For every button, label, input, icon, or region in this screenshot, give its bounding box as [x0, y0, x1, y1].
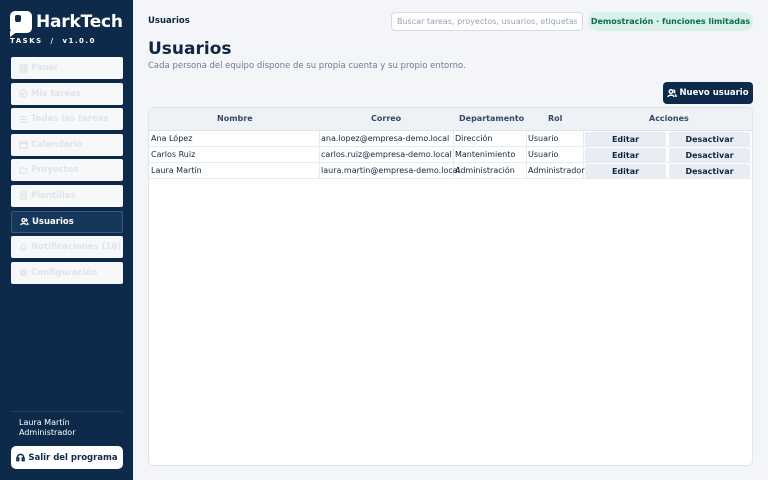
- app-name: HarkTech: [36, 12, 123, 32]
- check-circle-icon: [19, 89, 28, 98]
- table-header: Nombre Correo Departamento Rol Acciones: [149, 108, 752, 131]
- deactivate-user-button[interactable]: Desactivar: [669, 148, 750, 162]
- deactivate-user-button[interactable]: Desactivar: [669, 132, 750, 146]
- headset-icon: [16, 453, 26, 462]
- sidebar-item-label: Panel: [31, 63, 58, 73]
- grid-icon: [19, 63, 28, 73]
- user-name-cell: Ana López: [151, 134, 193, 143]
- sidebar: HarkTech TASKS / v1.0.0 Panel Mis tareas…: [0, 0, 133, 480]
- user-department-cell: Administración: [455, 166, 515, 175]
- sidebar-item-projects[interactable]: Proyectos: [11, 159, 123, 182]
- sidebar-item-calendar[interactable]: Calendario: [11, 133, 123, 156]
- logout-label: Salir del programa: [28, 452, 118, 463]
- current-user-role: Administrador: [19, 428, 76, 437]
- users-table: Nombre Correo Departamento Rol Acciones …: [148, 107, 753, 466]
- sidebar-item-label: Notificaciones (10): [31, 242, 122, 253]
- sidebar-item-label: Proyectos: [31, 165, 79, 176]
- bell-icon: [19, 243, 28, 251]
- new-user-label: Nuevo usuario: [679, 88, 749, 98]
- user-role-cell: Usuario: [528, 150, 559, 159]
- sidebar-item-my-tasks[interactable]: Mis tareas: [11, 82, 123, 105]
- logout-button[interactable]: Salir del programa: [11, 446, 123, 469]
- sidebar-item-label: Configuración: [31, 267, 98, 278]
- user-department-cell: Dirección: [455, 134, 493, 143]
- deactivate-user-button[interactable]: Desactivar: [669, 164, 750, 178]
- app-logo: HarkTech: [10, 11, 123, 33]
- logo-icon: [10, 11, 32, 33]
- add-user-icon: [667, 88, 678, 98]
- edit-user-button[interactable]: Editar: [585, 132, 666, 146]
- list-icon: [19, 115, 28, 123]
- current-user-name: Laura Martín: [19, 418, 70, 427]
- column-header-actions: Acciones: [649, 114, 689, 123]
- user-role-cell: Usuario: [528, 134, 559, 143]
- sidebar-item-panel[interactable]: Panel: [11, 57, 123, 79]
- table-row: Carlos Ruiz carlos.ruiz@empresa-demo.loc…: [149, 147, 752, 163]
- page-title: Usuarios: [148, 39, 232, 59]
- demo-badge: Demostración · funciones limitadas: [588, 12, 753, 31]
- sidebar-nav: Panel Mis tareas Todas las tareas Calend…: [11, 57, 123, 287]
- column-header-email: Correo: [371, 114, 402, 123]
- users-icon: [20, 217, 29, 226]
- template-icon: [20, 191, 27, 201]
- edit-user-button[interactable]: Editar: [585, 164, 666, 178]
- sidebar-divider: [11, 411, 123, 412]
- folder-icon: [19, 167, 28, 174]
- sidebar-item-label: Calendario: [31, 139, 83, 150]
- user-email-cell: ana.lopez@empresa-demo.local: [321, 134, 450, 143]
- calendar-icon: [19, 141, 28, 150]
- page-description: Cada persona del equipo dispone de su pr…: [148, 61, 466, 71]
- user-email-cell: carlos.ruiz@empresa-demo.local: [321, 150, 452, 159]
- user-department-cell: Mantenimiento: [455, 150, 516, 159]
- sidebar-item-settings[interactable]: Configuración: [11, 261, 123, 284]
- search-input[interactable]: [391, 12, 583, 31]
- edit-user-button[interactable]: Editar: [585, 148, 666, 162]
- new-user-button[interactable]: Nuevo usuario: [663, 82, 753, 104]
- user-name-cell: Carlos Ruiz: [151, 150, 196, 159]
- user-role-cell: Administrador: [528, 166, 585, 175]
- sidebar-item-all-tasks[interactable]: Todas las tareas: [11, 108, 123, 131]
- table-row: Ana López ana.lopez@empresa-demo.local D…: [149, 131, 752, 147]
- sidebar-item-label: Usuarios: [32, 216, 74, 227]
- table-row: Laura Martín laura.martin@empresa-demo.l…: [149, 163, 752, 179]
- sidebar-item-notifications[interactable]: Notificaciones (10): [11, 236, 123, 259]
- sidebar-item-label: Mis tareas: [31, 88, 81, 99]
- column-header-role: Rol: [548, 114, 563, 123]
- sidebar-item-label: Plantillas: [31, 190, 76, 201]
- sidebar-item-templates[interactable]: Plantillas: [11, 184, 123, 207]
- user-name-cell: Laura Martín: [151, 166, 202, 175]
- column-header-name: Nombre: [217, 114, 253, 123]
- breadcrumb: Usuarios: [148, 16, 190, 26]
- app-version: TASKS / v1.0.0: [10, 37, 96, 45]
- sidebar-item-users[interactable]: Usuarios: [11, 210, 123, 233]
- user-email-cell: laura.martin@empresa-demo.local: [321, 166, 460, 175]
- gear-icon: [19, 268, 28, 277]
- sidebar-item-label: Todas las tareas: [31, 114, 109, 125]
- column-header-department: Departamento: [459, 114, 525, 123]
